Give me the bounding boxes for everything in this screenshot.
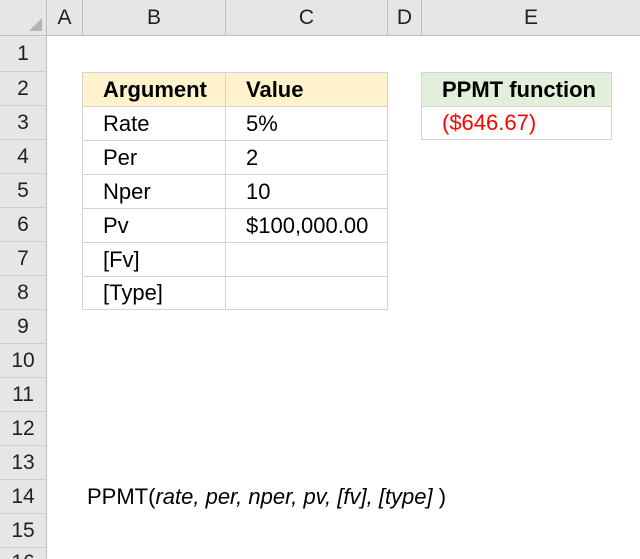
row-header-5[interactable]: 5: [0, 174, 47, 208]
row-header-13[interactable]: 13: [0, 446, 47, 480]
select-all-corner[interactable]: [0, 0, 47, 36]
spreadsheet-grid: A B C D E 1 2 3 4 5 6 7 8 9 10 11 12 13 …: [0, 0, 640, 559]
row-header-14[interactable]: 14: [0, 480, 47, 514]
cell-c5[interactable]: 10: [225, 174, 388, 209]
cell-b4[interactable]: Per: [82, 140, 226, 175]
row-header-11[interactable]: 11: [0, 378, 47, 412]
cell-c4[interactable]: 2: [225, 140, 388, 175]
cell-b3[interactable]: Rate: [82, 106, 226, 141]
syntax-function-name: PPMT(: [87, 484, 156, 509]
cell-c7[interactable]: [225, 242, 388, 277]
row-header-7[interactable]: 7: [0, 242, 47, 276]
ppmt-syntax-text: PPMT(rate, per, nper, pv, [fv], [type] ): [87, 480, 446, 514]
syntax-close-paren: ): [432, 484, 447, 509]
select-all-triangle-icon: [29, 18, 42, 31]
table-header-argument[interactable]: Argument: [82, 72, 226, 107]
cell-b6[interactable]: Pv: [82, 208, 226, 243]
column-header-a[interactable]: A: [47, 0, 83, 36]
cell-c6[interactable]: $100,000.00: [225, 208, 388, 243]
result-header[interactable]: PPMT function: [421, 72, 612, 107]
cell-b5[interactable]: Nper: [82, 174, 226, 209]
cell-b8[interactable]: [Type]: [82, 276, 226, 310]
row-header-10[interactable]: 10: [0, 344, 47, 378]
result-value-cell-e3[interactable]: ($646.67): [421, 106, 612, 140]
row-header-15[interactable]: 15: [0, 514, 47, 548]
row-header-6[interactable]: 6: [0, 208, 47, 242]
row-header-3[interactable]: 3: [0, 106, 47, 140]
cell-c8[interactable]: [225, 276, 388, 310]
row-header-12[interactable]: 12: [0, 412, 47, 446]
row-header-9[interactable]: 9: [0, 310, 47, 344]
row-header-8[interactable]: 8: [0, 276, 47, 310]
column-header-e[interactable]: E: [422, 0, 640, 36]
row-header-4[interactable]: 4: [0, 140, 47, 174]
column-header-c[interactable]: C: [226, 0, 388, 36]
column-header-d[interactable]: D: [388, 0, 422, 36]
row-header-2[interactable]: 2: [0, 72, 47, 106]
cell-c3[interactable]: 5%: [225, 106, 388, 141]
cell-b7[interactable]: [Fv]: [82, 242, 226, 277]
syntax-arguments: rate, per, nper, pv, [fv], [type]: [155, 484, 433, 509]
table-header-value[interactable]: Value: [225, 72, 388, 107]
row-header-16[interactable]: 16: [0, 548, 47, 559]
row-header-1[interactable]: 1: [0, 36, 47, 72]
column-header-b[interactable]: B: [83, 0, 226, 36]
